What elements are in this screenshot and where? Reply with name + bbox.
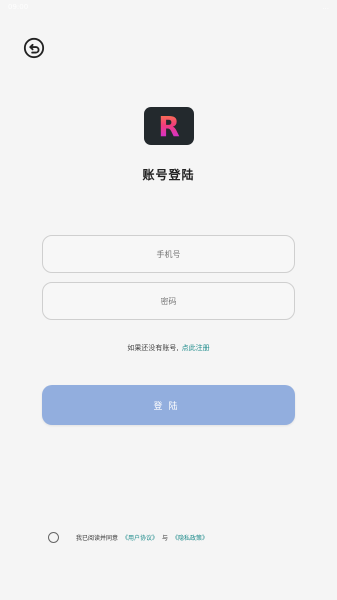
back-button[interactable] [22, 36, 46, 60]
agreement-and: 与 [162, 535, 169, 542]
back-arrow-circle-icon [23, 37, 45, 59]
password-input[interactable] [43, 282, 294, 320]
password-field-container [42, 282, 295, 320]
phone-input[interactable] [43, 235, 294, 273]
logo-letter: R [158, 111, 180, 141]
register-link[interactable]: 点此注册 [182, 344, 210, 352]
register-prompt: 如果还没有账号, [127, 344, 179, 352]
register-prompt-line: 如果还没有账号, 点此注册 [0, 343, 337, 353]
status-icons: ... [322, 3, 329, 11]
login-button[interactable]: 登陆 [42, 385, 295, 425]
user-agreement-link[interactable]: 《用户协议》 [122, 533, 158, 542]
status-bar: 09:00 ... [0, 0, 337, 14]
agree-checkbox[interactable] [48, 532, 59, 543]
page-title: 账号登陆 [142, 168, 195, 182]
privacy-policy-link[interactable]: 《隐私政策》 [172, 533, 208, 542]
agreement-row: 我已阅读并同意 《用户协议》 与 《隐私政策》 [48, 532, 212, 543]
app-logo: R [144, 107, 194, 145]
status-time: 09:00 [8, 3, 29, 11]
agreement-prefix: 我已阅读并同意 [76, 535, 119, 542]
phone-field-container [42, 235, 295, 273]
app-logo-icon: R [158, 111, 180, 141]
